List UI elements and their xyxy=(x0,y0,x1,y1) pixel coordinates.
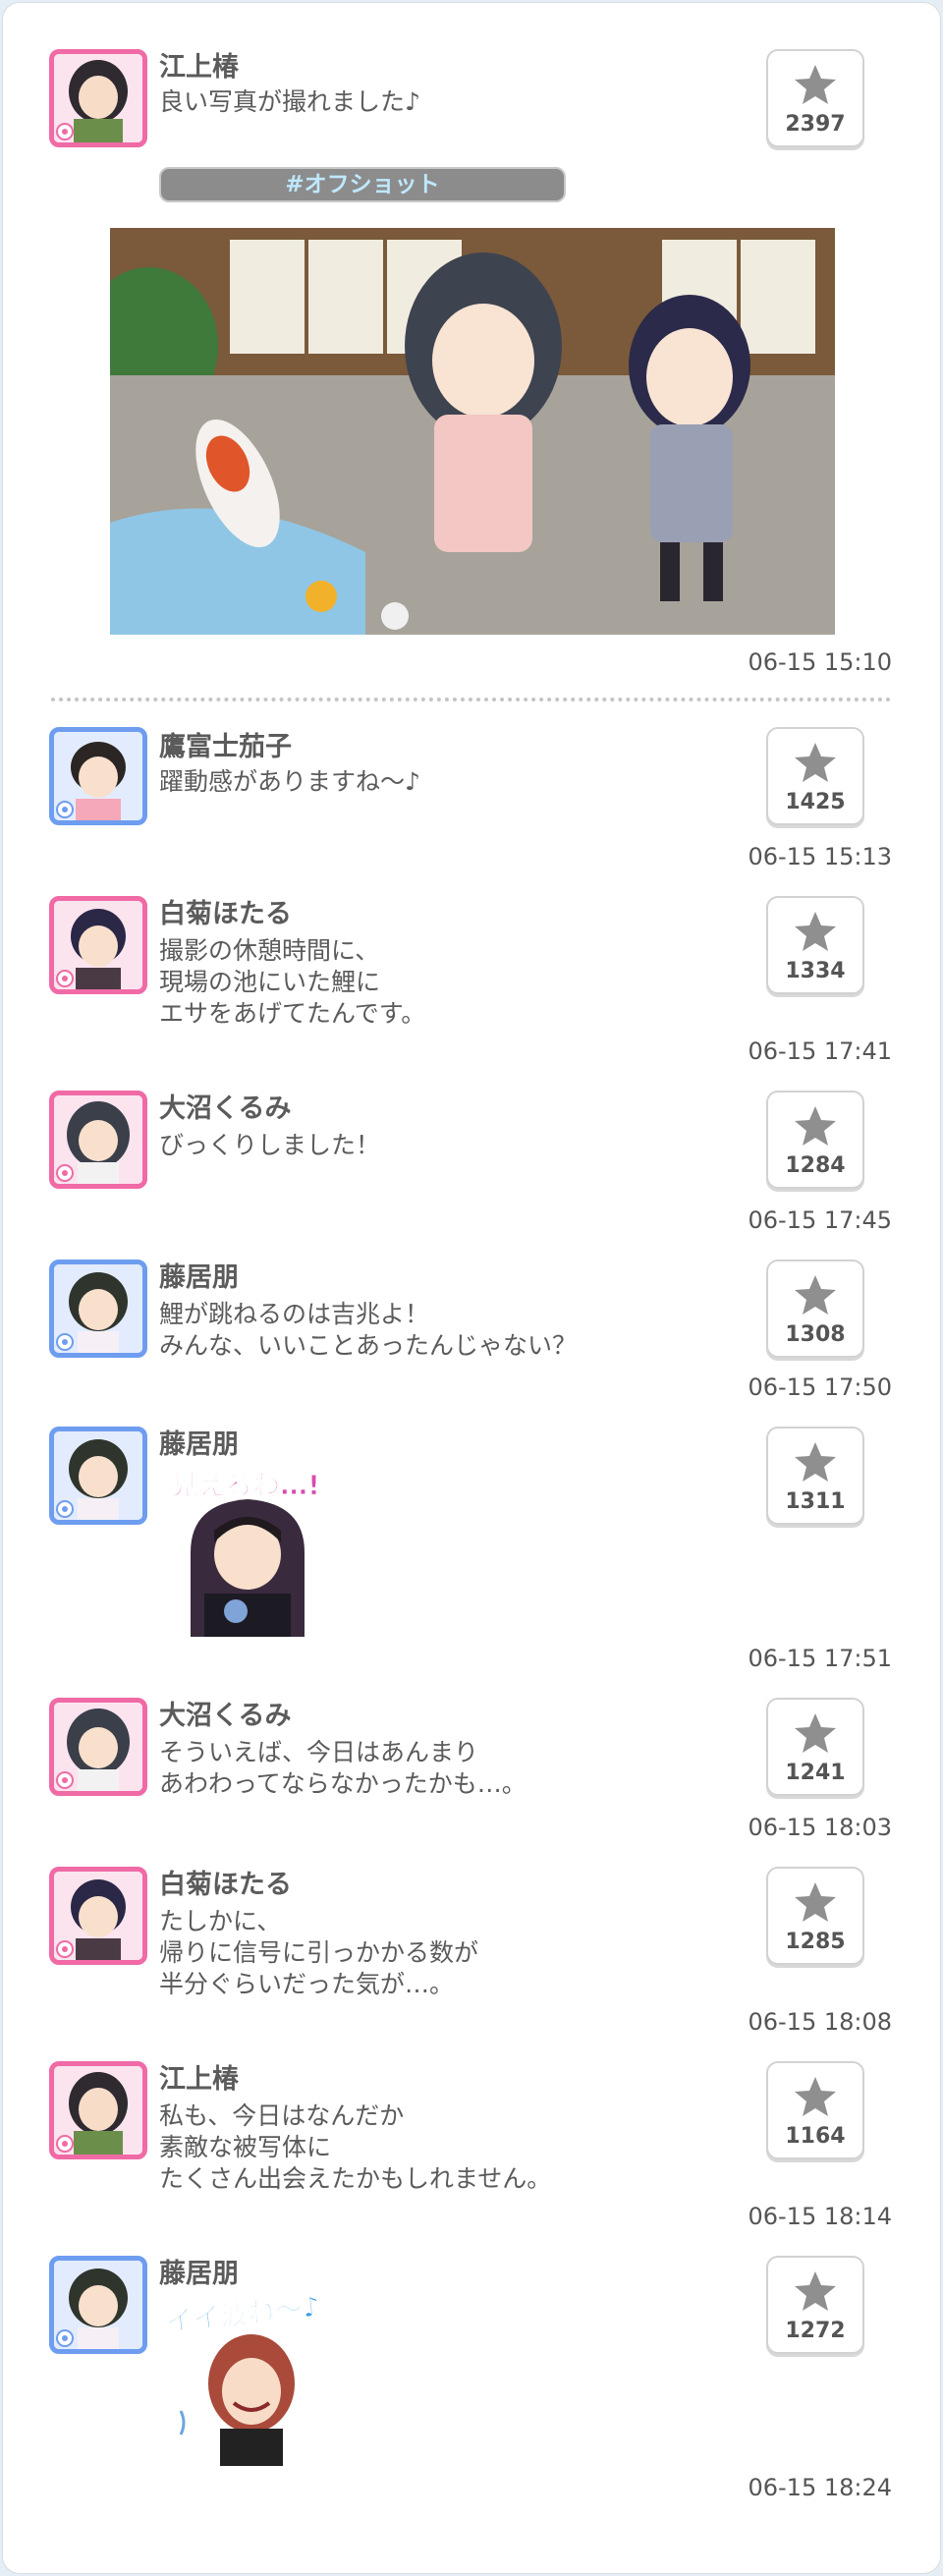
avatar[interactable] xyxy=(49,1260,147,1358)
commenter-name: 藤居朋 xyxy=(159,1429,239,1460)
comment-text: 躍動感がありますね～♪ xyxy=(159,767,420,796)
comment-timestamp: 06-15 18:08 xyxy=(748,2008,892,2036)
star-icon xyxy=(795,2077,836,2116)
cool-type-icon xyxy=(56,801,74,818)
comment-timestamp: 06-15 15:13 xyxy=(748,843,892,870)
cute-type-icon xyxy=(56,2135,74,2153)
comment-timestamp: 06-15 17:45 xyxy=(748,1206,892,1234)
like-count: 1334 xyxy=(785,959,846,983)
avatar[interactable] xyxy=(49,49,147,147)
star-icon xyxy=(795,2271,836,2311)
like-button[interactable]: 1425 xyxy=(766,727,864,825)
cool-type-icon xyxy=(56,1333,74,1351)
cute-type-icon xyxy=(56,1771,74,1789)
commenter-name: 白菊ほたる xyxy=(159,1870,292,1900)
divider xyxy=(51,698,891,701)
star-icon xyxy=(795,1275,836,1315)
cute-type-icon xyxy=(56,1940,74,1958)
star-icon xyxy=(795,1713,836,1753)
comment-timestamp: 06-15 18:14 xyxy=(748,2203,892,2230)
like-count: 1241 xyxy=(785,1761,846,1785)
star-icon xyxy=(795,1882,836,1922)
commenter-name: 白菊ほたる xyxy=(159,899,292,929)
avatar[interactable] xyxy=(49,1091,147,1189)
like-button[interactable]: 1241 xyxy=(766,1698,864,1796)
comment-text: 鯉が跳ねるのは吉兆よ！ みんな、いいことあったんじゃない？ xyxy=(159,1300,578,1360)
comment-text: びっくりしました！ xyxy=(159,1131,381,1159)
star-icon xyxy=(795,912,836,951)
star-icon xyxy=(795,65,836,104)
post-timestamp: 06-15 15:10 xyxy=(748,648,892,676)
like-button[interactable]: 1272 xyxy=(766,2256,864,2354)
commenter-name: 藤居朋 xyxy=(159,1262,239,1293)
like-count: 1308 xyxy=(785,1322,846,1347)
sticker-caption: 見えるわ…! xyxy=(171,1469,321,1502)
like-count: 1425 xyxy=(785,790,846,814)
comment-timestamp: 06-15 18:24 xyxy=(748,2474,892,2501)
like-count: 1284 xyxy=(785,1153,846,1178)
like-count: 1311 xyxy=(785,1489,846,1514)
cool-type-icon xyxy=(56,2329,74,2347)
cute-type-icon xyxy=(56,1164,74,1182)
like-count: 2397 xyxy=(785,112,846,137)
like-button[interactable]: 1334 xyxy=(766,896,864,994)
like-count: 1285 xyxy=(785,1930,846,1954)
star-icon xyxy=(795,1106,836,1146)
comment-timestamp: 06-15 17:51 xyxy=(748,1645,892,1672)
commenter-name: 大沼くるみ xyxy=(159,1701,292,1731)
comment-text: そういえば、今日はあんまり あわわってならなかったかも…。 xyxy=(159,1738,527,1798)
avatar[interactable] xyxy=(49,1427,147,1525)
commenter-name: 藤居朋 xyxy=(159,2259,239,2289)
cool-type-icon xyxy=(56,1500,74,1518)
commenter-name: 鷹富士茄子 xyxy=(159,732,292,762)
commenter-name: 大沼くるみ xyxy=(159,1093,292,1124)
sticker[interactable]: 見えるわ…! xyxy=(161,1464,334,1637)
poster-name: 江上椿 xyxy=(159,52,239,83)
comment-text: たしかに、 帰りに信号に引っかかる数が 半分ぐらいだった気が…。 xyxy=(159,1907,479,1998)
like-button[interactable]: 1284 xyxy=(766,1091,864,1189)
avatar[interactable] xyxy=(49,896,147,994)
avatar[interactable] xyxy=(49,1698,147,1796)
like-count: 1272 xyxy=(785,2319,846,2343)
like-button[interactable]: 1285 xyxy=(766,1867,864,1965)
sticker[interactable]: イイ波ね～♪ xyxy=(161,2289,334,2466)
comment-timestamp: 06-15 18:03 xyxy=(748,1814,892,1841)
post-photo[interactable] xyxy=(110,228,835,635)
like-button[interactable]: 1311 xyxy=(766,1427,864,1525)
cute-type-icon xyxy=(56,123,74,140)
star-icon xyxy=(795,1442,836,1482)
hashtag[interactable]: #オフショット xyxy=(159,167,566,202)
comment-text: 撮影の休憩時間に、 現場の池にいた鯉に エサをあげてたんです。 xyxy=(159,936,426,1028)
comment-timestamp: 06-15 17:50 xyxy=(748,1373,892,1401)
avatar[interactable] xyxy=(49,2256,147,2354)
like-button[interactable]: 1164 xyxy=(766,2061,864,2159)
comment-text: 私も、今日はなんだか 素敵な被写体に たくさん出会えたかもしれません。 xyxy=(159,2101,552,2193)
like-button[interactable]: 1308 xyxy=(766,1260,864,1358)
post-text: 良い写真が撮れました♪ xyxy=(159,87,420,116)
comment-feed: 江上椿 良い写真が撮れました♪ 2397 #オフショット 06-15 15:10… xyxy=(0,0,943,2576)
avatar[interactable] xyxy=(49,727,147,825)
star-icon xyxy=(795,743,836,782)
avatar[interactable] xyxy=(49,2061,147,2159)
commenter-name: 江上椿 xyxy=(159,2064,239,2095)
comment-timestamp: 06-15 17:41 xyxy=(748,1037,892,1065)
cute-type-icon xyxy=(56,970,74,987)
avatar[interactable] xyxy=(49,1867,147,1965)
like-button[interactable]: 2397 xyxy=(766,49,864,147)
like-count: 1164 xyxy=(785,2124,846,2149)
